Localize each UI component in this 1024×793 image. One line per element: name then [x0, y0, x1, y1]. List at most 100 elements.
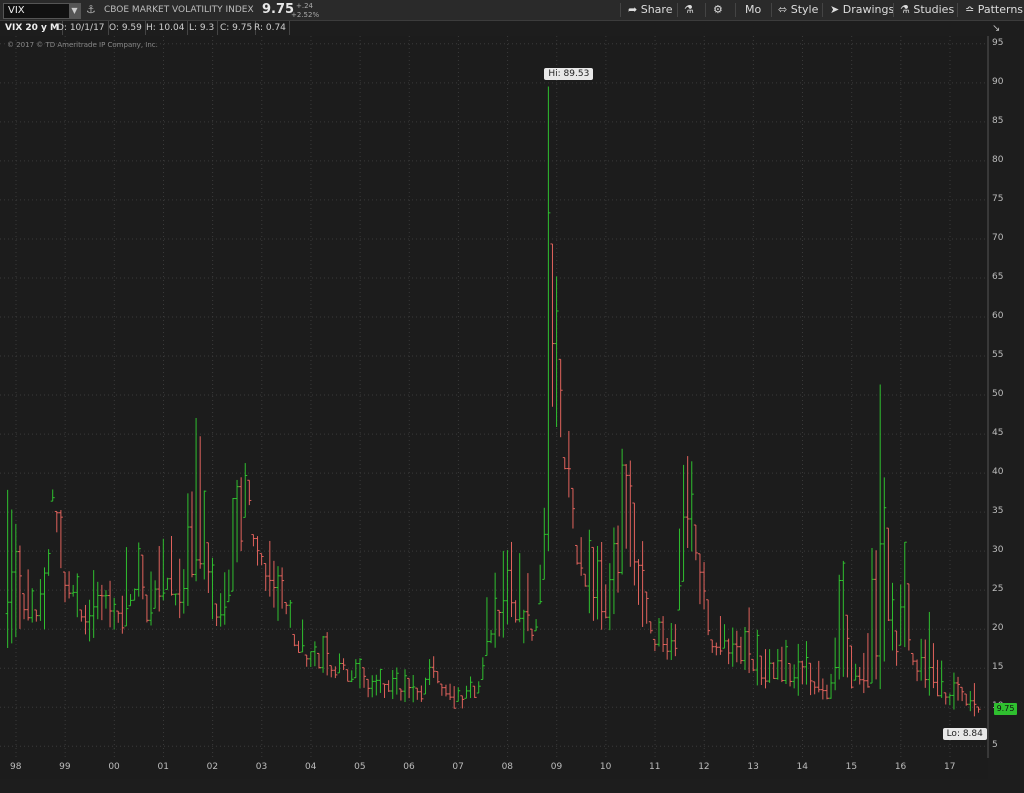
- y-tick-label: 40: [992, 467, 1004, 478]
- ohlc-bar: [374, 674, 379, 696]
- ohlc-bar: [284, 601, 289, 615]
- ohlc-bar: [194, 418, 199, 582]
- drawings-button[interactable]: ➤ Drawings: [830, 0, 894, 20]
- x-tick-label: 03: [255, 762, 268, 772]
- ohlc-bar: [390, 670, 395, 700]
- ohlc-bars: [5, 86, 981, 717]
- ohlc-bar: [579, 537, 584, 576]
- y-tick-label: 75: [992, 193, 1004, 204]
- ohlc-bar: [800, 660, 805, 685]
- style-icon: ⬄: [778, 3, 788, 16]
- ohlc-bar: [816, 660, 821, 693]
- ohlc-bar: [558, 358, 563, 438]
- ohlc-bar: [398, 688, 403, 701]
- ohlc-bar: [468, 676, 473, 699]
- ohlc-bar: [42, 567, 47, 630]
- percent-change: +2.52%: [291, 11, 320, 19]
- ohlc-bar: [616, 525, 621, 593]
- ohlc-bar: [566, 430, 571, 498]
- ohlc-bar: [575, 544, 580, 565]
- ohlc-bar: [845, 614, 850, 678]
- ohlc-bar: [308, 651, 313, 667]
- ohlc-bar: [79, 609, 84, 622]
- ohlc-bar: [185, 493, 190, 606]
- ohlc-bar: [529, 628, 534, 641]
- ohlc-bar: [620, 448, 625, 575]
- y-tick-label: 15: [992, 662, 1004, 673]
- ohlc-bar: [509, 541, 514, 618]
- ohlc-bar: [464, 685, 469, 699]
- price-chart[interactable]: © 2017 © TD Ameritrade IP Company, Inc. …: [0, 23, 1017, 779]
- ohlc-bar: [452, 686, 457, 709]
- share-button[interactable]: ➦ Share: [628, 0, 672, 20]
- ohlc-bar: [837, 574, 842, 680]
- ohlc-bar: [611, 527, 616, 615]
- ohlc-bar: [829, 673, 834, 699]
- ohlc-bar: [923, 639, 928, 688]
- ohlc-bar: [235, 479, 240, 563]
- ohlc-bar: [677, 528, 682, 611]
- x-tick-label: 09: [550, 762, 563, 772]
- aggregation-button[interactable]: Mo: [745, 0, 761, 20]
- ohlc-bar: [50, 489, 55, 502]
- ohlc-bar: [804, 641, 809, 685]
- ohlc-bar: [599, 541, 604, 630]
- ohlc-bar: [202, 490, 207, 580]
- ohlc-bar: [726, 638, 731, 665]
- ohlc-bar: [448, 683, 453, 701]
- y-tick-label: 70: [992, 232, 1004, 243]
- ohlc-bar: [267, 540, 272, 597]
- ohlc-bar: [26, 569, 31, 621]
- bar-date: D: 10/1/17: [54, 21, 109, 35]
- ohlc-bar: [964, 693, 969, 706]
- y-tick-label: 55: [992, 350, 1004, 361]
- ohlc-bar: [968, 691, 973, 712]
- ohlc-bar: [312, 641, 317, 667]
- flask-icon[interactable]: ⚗: [684, 0, 694, 20]
- ohlc-bar: [493, 572, 498, 648]
- drawings-label: Drawings: [842, 3, 895, 16]
- share-label: Share: [640, 3, 673, 16]
- ohlc-bar: [214, 603, 219, 626]
- patterns-button[interactable]: ≏ Patterns: [965, 0, 1023, 20]
- ohlc-bar: [407, 677, 412, 699]
- x-tick-label: 02: [206, 762, 219, 772]
- ohlc-bar: [681, 464, 686, 582]
- ohlc-bar: [890, 582, 895, 651]
- ohlc-bar: [362, 667, 367, 688]
- ohlc-bar: [58, 510, 63, 569]
- ohlc-bar: [87, 599, 92, 642]
- ohlc-bar: [562, 457, 567, 470]
- link-icon[interactable]: ⚓: [86, 0, 96, 20]
- y-tick-label: 85: [992, 115, 1004, 126]
- last-price-tag: 9.75: [994, 703, 1017, 716]
- style-label: Style: [790, 3, 819, 16]
- ohlc-bar: [337, 653, 342, 674]
- ohlc-bar: [22, 593, 27, 620]
- ohlc-bar: [226, 569, 231, 603]
- ohlc-bar: [99, 584, 104, 621]
- ohlc-bar: [603, 584, 608, 619]
- ohlc-bar: [861, 652, 866, 694]
- ohlc-bar: [91, 570, 96, 638]
- ohlc-bar: [738, 636, 743, 664]
- ohlc-bar: [788, 663, 793, 687]
- style-button[interactable]: ⬄ Style: [778, 0, 818, 20]
- ohlc-bar: [13, 523, 18, 638]
- ohlc-bar: [525, 573, 530, 632]
- x-tick-label: 11: [649, 762, 661, 772]
- ohlc-bar: [648, 621, 653, 634]
- ohlc-bar: [222, 572, 227, 625]
- ohlc-bar: [357, 658, 362, 689]
- autoscale-icon[interactable]: ↘: [992, 23, 1000, 34]
- gear-icon[interactable]: ⚙: [713, 0, 723, 20]
- studies-button[interactable]: ⚗ Studies: [900, 0, 954, 20]
- x-tick-label: 13: [747, 762, 759, 772]
- ohlc-bar: [415, 687, 420, 700]
- ohlc-bar: [935, 659, 940, 697]
- ohlc-bar: [386, 680, 391, 692]
- symbol-input[interactable]: VIX ▼: [3, 3, 81, 19]
- y-tick-label: 95: [992, 37, 1004, 48]
- symbol-dropdown-icon[interactable]: ▼: [69, 4, 80, 18]
- ohlc-bar: [157, 546, 162, 612]
